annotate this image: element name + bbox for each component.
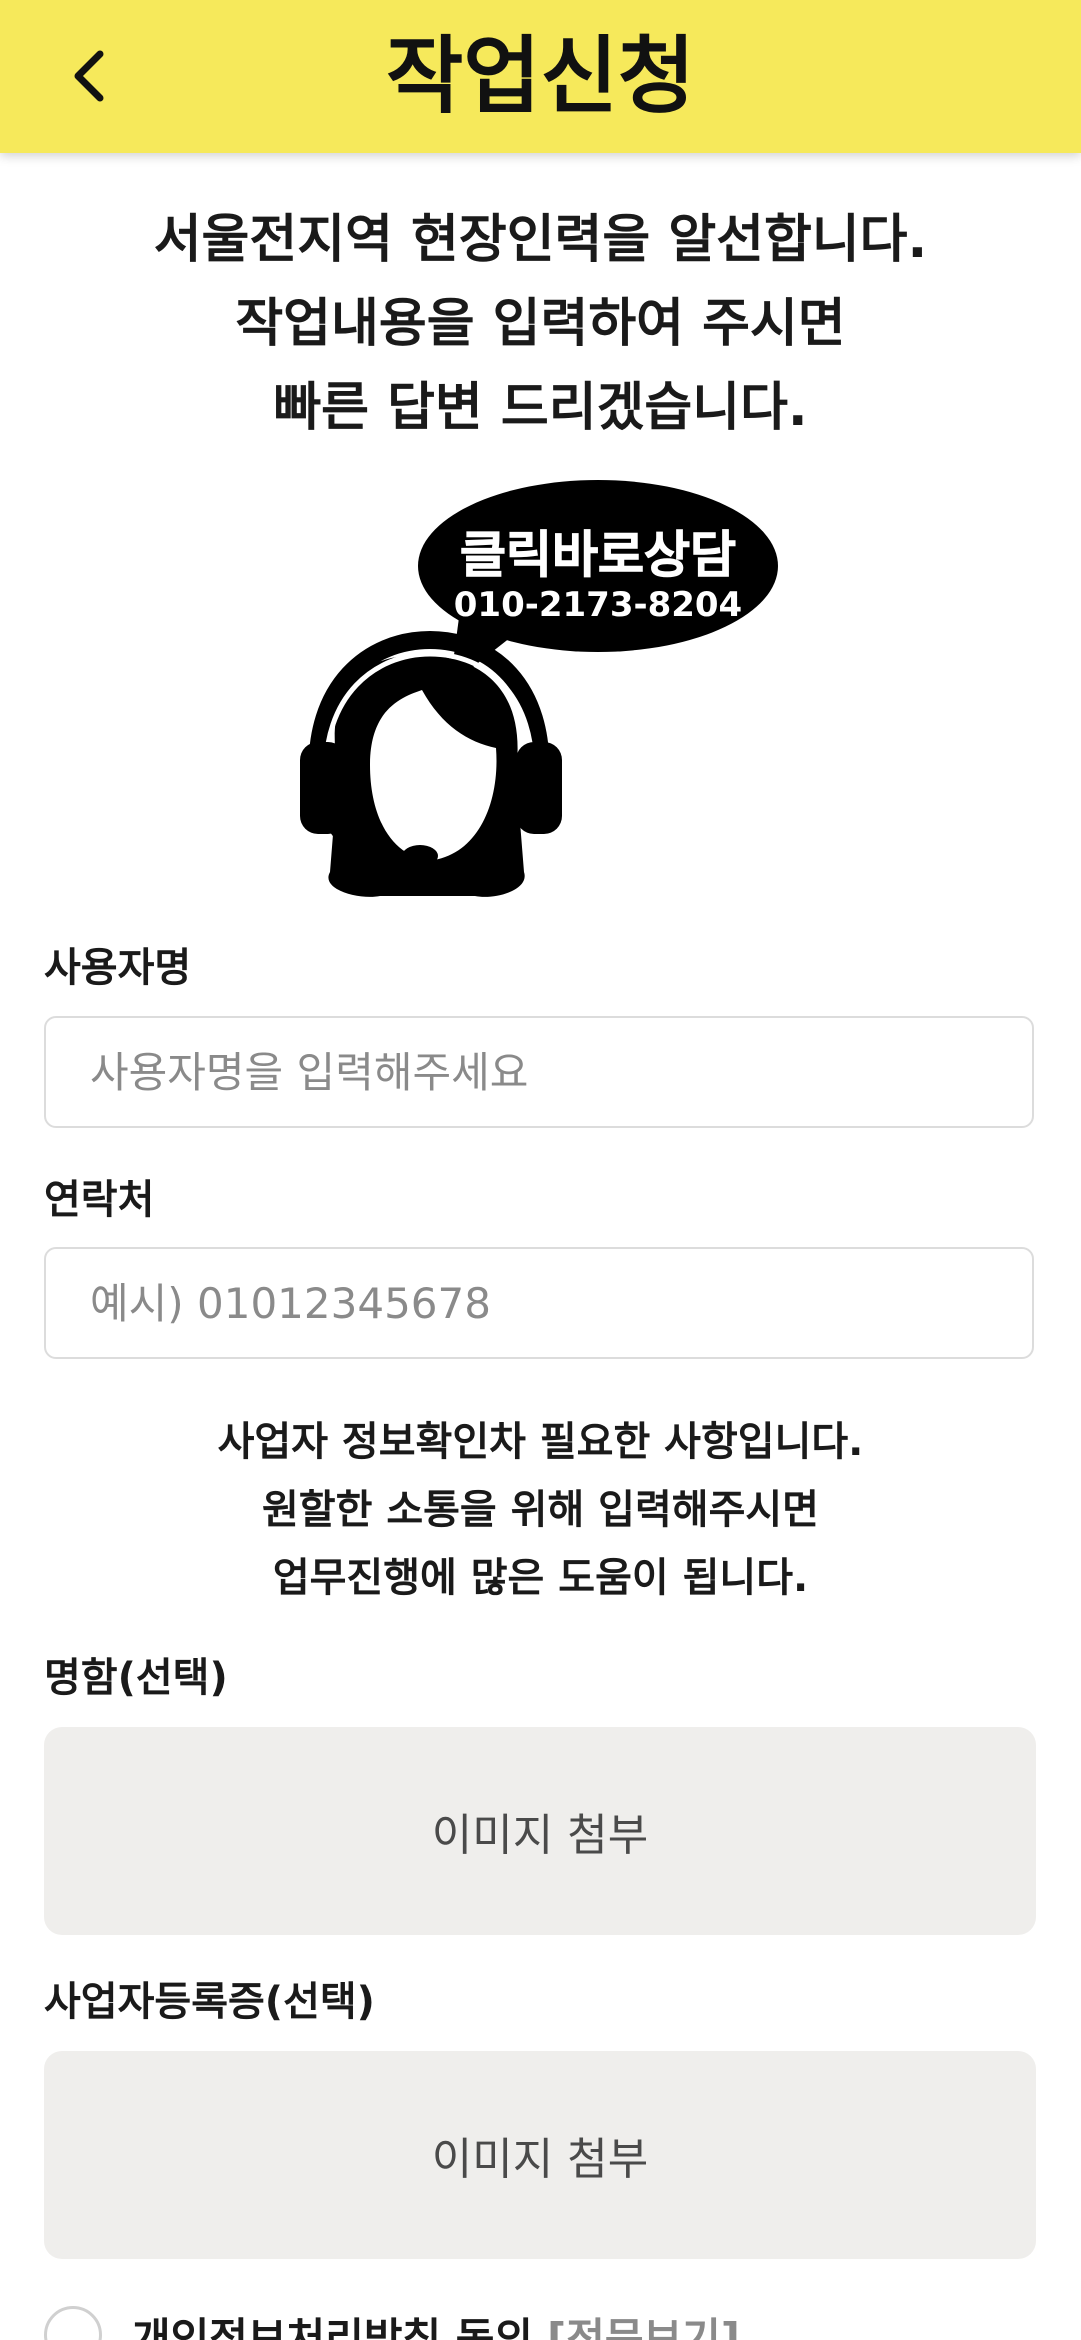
- business-registration-attach-button[interactable]: 이미지 첨부: [44, 2051, 1036, 2259]
- privacy-agree-row: 개인정보처리방침 동의 [전문보기]: [44, 2300, 740, 2340]
- business-card-attach-button[interactable]: 이미지 첨부: [44, 1727, 1036, 1935]
- business-card-label: 명함(선택): [44, 1655, 228, 1701]
- attach-label: 이미지 첨부: [431, 2134, 649, 2185]
- privacy-full-text-link[interactable]: [전문보기]: [547, 2305, 740, 2340]
- notice-line: 업무진행에 많은 도움이 됩니다.: [272, 1555, 809, 1601]
- intro-line: 작업내용을 입력하여 주시면: [235, 294, 846, 354]
- page-title: 작업신청: [385, 27, 696, 125]
- bubble-phone: 010-2173-8204: [454, 585, 742, 625]
- header-bar: 작업신청: [0, 0, 1081, 153]
- notice-line: 원할한 소통을 위해 입력해주시면: [262, 1487, 819, 1533]
- attach-label: 이미지 첨부: [431, 1810, 649, 1861]
- intro-text: 서울전지역 현장인력을 알선합니다. 작업내용을 입력하여 주시면 빠른 답변 …: [0, 198, 1081, 450]
- bubble-title: 클릭바로상담: [460, 526, 736, 584]
- intro-line: 서울전지역 현장인력을 알선합니다.: [153, 210, 928, 270]
- business-info-notice: 사업자 정보확인차 필요한 사항입니다. 원할한 소통을 위해 입력해주시면 업…: [0, 1408, 1081, 1612]
- notice-line: 사업자 정보확인차 필요한 사항입니다.: [217, 1419, 864, 1465]
- username-label: 사용자명: [44, 945, 192, 991]
- privacy-agree-checkbox[interactable]: [44, 2306, 102, 2340]
- username-input[interactable]: [44, 1016, 1034, 1128]
- business-registration-label: 사업자등록증(선택): [44, 1979, 375, 2025]
- privacy-agree-label: 개인정보처리방침 동의: [132, 2313, 534, 2340]
- contact-label: 연락처: [44, 1177, 155, 1223]
- contact-input[interactable]: [44, 1247, 1034, 1359]
- consult-call-image[interactable]: 클릭바로상담 010-2173-8204: [290, 480, 810, 910]
- intro-line: 빠른 답변 드리겠습니다.: [273, 378, 808, 438]
- work-request-page: 작업신청 서울전지역 현장인력을 알선합니다. 작업내용을 입력하여 주시면 빠…: [0, 0, 1081, 2340]
- headset-agent-icon: [300, 630, 562, 897]
